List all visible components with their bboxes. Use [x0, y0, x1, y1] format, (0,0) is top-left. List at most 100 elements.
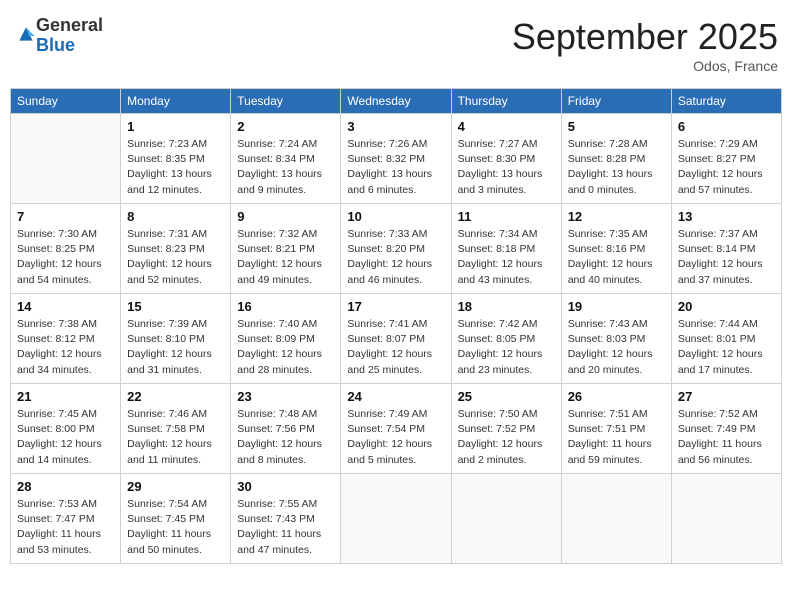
day-info: Sunrise: 7:28 AM Sunset: 8:28 PM Dayligh…: [568, 137, 665, 198]
calendar-cell: 24 Sunrise: 7:49 AM Sunset: 7:54 PM Dayli…: [341, 384, 451, 474]
day-number: 30: [237, 479, 334, 494]
day-number: 23: [237, 389, 334, 404]
calendar-cell: 12 Sunrise: 7:35 AM Sunset: 8:16 PM Dayli…: [561, 204, 671, 294]
calendar-cell: 28Sunrise: 7:53 AM Sunset: 7:47 PM Dayli…: [11, 474, 121, 564]
calendar-cell: 16Sunrise: 7:40 AM Sunset: 8:09 PM Dayli…: [231, 294, 341, 384]
calendar-week-row: 1 Sunrise: 7:23 AM Sunset: 8:35 PM Daylig…: [11, 114, 782, 204]
calendar-cell: [561, 474, 671, 564]
calendar-cell: 10 Sunrise: 7:33 AM Sunset: 8:20 PM Dayli…: [341, 204, 451, 294]
day-info: Sunrise: 7:49 AM Sunset: 7:54 PM Dayligh…: [347, 407, 444, 468]
column-header-wednesday: Wednesday: [341, 89, 451, 114]
day-info: Sunrise: 7:46 AM Sunset: 7:58 PM Dayligh…: [127, 407, 224, 468]
calendar-week-row: 21 Sunrise: 7:45 AM Sunset: 8:00 PM Dayli…: [11, 384, 782, 474]
title-block: September 2025 Odos, France: [512, 16, 778, 74]
day-info: Sunrise: 7:43 AM Sunset: 8:03 PM Dayligh…: [568, 317, 665, 378]
day-info: Sunrise: 7:33 AM Sunset: 8:20 PM Dayligh…: [347, 227, 444, 288]
logo-general-text: General: [36, 16, 103, 36]
column-header-saturday: Saturday: [671, 89, 781, 114]
day-info: Sunrise: 7:34 AM Sunset: 8:18 PM Dayligh…: [458, 227, 555, 288]
calendar-week-row: 28Sunrise: 7:53 AM Sunset: 7:47 PM Dayli…: [11, 474, 782, 564]
calendar-cell: 20 Sunrise: 7:44 AM Sunset: 8:01 PM Dayli…: [671, 294, 781, 384]
calendar-header-row: SundayMondayTuesdayWednesdayThursdayFrid…: [11, 89, 782, 114]
day-info: Sunrise: 7:29 AM Sunset: 8:27 PM Dayligh…: [678, 137, 775, 198]
day-number: 4: [458, 119, 555, 134]
day-number: 20: [678, 299, 775, 314]
day-number: 2: [237, 119, 334, 134]
calendar-cell: 11 Sunrise: 7:34 AM Sunset: 8:18 PM Dayli…: [451, 204, 561, 294]
calendar-cell: 26 Sunrise: 7:51 AM Sunset: 7:51 PM Dayli…: [561, 384, 671, 474]
day-info: Sunrise: 7:52 AM Sunset: 7:49 PM Dayligh…: [678, 407, 775, 468]
day-info: Sunrise: 7:35 AM Sunset: 8:16 PM Dayligh…: [568, 227, 665, 288]
calendar-week-row: 14 Sunrise: 7:38 AM Sunset: 8:12 PM Dayli…: [11, 294, 782, 384]
day-number: 18: [458, 299, 555, 314]
day-number: 28: [17, 479, 114, 494]
day-number: 24: [347, 389, 444, 404]
day-info: Sunrise: 7:24 AM Sunset: 8:34 PM Dayligh…: [237, 137, 334, 198]
day-number: 1: [127, 119, 224, 134]
day-info: Sunrise: 7:30 AM Sunset: 8:25 PM Dayligh…: [17, 227, 114, 288]
calendar-cell: 2 Sunrise: 7:24 AM Sunset: 8:34 PM Daylig…: [231, 114, 341, 204]
day-info: Sunrise: 7:44 AM Sunset: 8:01 PM Dayligh…: [678, 317, 775, 378]
day-number: 26: [568, 389, 665, 404]
calendar-table: SundayMondayTuesdayWednesdayThursdayFrid…: [10, 88, 782, 564]
day-info: Sunrise: 7:48 AM Sunset: 7:56 PM Dayligh…: [237, 407, 334, 468]
logo: General Blue: [14, 16, 103, 56]
day-number: 13: [678, 209, 775, 224]
calendar-cell: 1 Sunrise: 7:23 AM Sunset: 8:35 PM Daylig…: [121, 114, 231, 204]
calendar-cell: 27 Sunrise: 7:52 AM Sunset: 7:49 PM Dayli…: [671, 384, 781, 474]
day-number: 27: [678, 389, 775, 404]
day-number: 7: [17, 209, 114, 224]
day-number: 14: [17, 299, 114, 314]
column-header-monday: Monday: [121, 89, 231, 114]
day-info: Sunrise: 7:38 AM Sunset: 8:12 PM Dayligh…: [17, 317, 114, 378]
calendar-cell: 14 Sunrise: 7:38 AM Sunset: 8:12 PM Dayli…: [11, 294, 121, 384]
day-number: 10: [347, 209, 444, 224]
day-info: Sunrise: 7:42 AM Sunset: 8:05 PM Dayligh…: [458, 317, 555, 378]
day-info: Sunrise: 7:31 AM Sunset: 8:23 PM Dayligh…: [127, 227, 224, 288]
day-info: Sunrise: 7:37 AM Sunset: 8:14 PM Dayligh…: [678, 227, 775, 288]
calendar-cell: 22 Sunrise: 7:46 AM Sunset: 7:58 PM Dayli…: [121, 384, 231, 474]
day-number: 5: [568, 119, 665, 134]
calendar-cell: 17 Sunrise: 7:41 AM Sunset: 8:07 PM Dayli…: [341, 294, 451, 384]
month-title: September 2025: [512, 16, 778, 58]
calendar-cell: 13 Sunrise: 7:37 AM Sunset: 8:14 PM Dayli…: [671, 204, 781, 294]
day-number: 11: [458, 209, 555, 224]
day-info: Sunrise: 7:51 AM Sunset: 7:51 PM Dayligh…: [568, 407, 665, 468]
logo-blue-text: Blue: [36, 36, 103, 56]
calendar-cell: 4Sunrise: 7:27 AM Sunset: 8:30 PM Daylig…: [451, 114, 561, 204]
day-info: Sunrise: 7:32 AM Sunset: 8:21 PM Dayligh…: [237, 227, 334, 288]
day-info: Sunrise: 7:45 AM Sunset: 8:00 PM Dayligh…: [17, 407, 114, 468]
day-number: 6: [678, 119, 775, 134]
day-number: 19: [568, 299, 665, 314]
calendar-cell: 29Sunrise: 7:54 AM Sunset: 7:45 PM Dayli…: [121, 474, 231, 564]
calendar-cell: 25Sunrise: 7:50 AM Sunset: 7:52 PM Dayli…: [451, 384, 561, 474]
calendar-cell: 19 Sunrise: 7:43 AM Sunset: 8:03 PM Dayli…: [561, 294, 671, 384]
day-number: 17: [347, 299, 444, 314]
day-number: 22: [127, 389, 224, 404]
day-number: 3: [347, 119, 444, 134]
day-number: 21: [17, 389, 114, 404]
day-number: 12: [568, 209, 665, 224]
calendar-week-row: 7 Sunrise: 7:30 AM Sunset: 8:25 PM Daylig…: [11, 204, 782, 294]
column-header-sunday: Sunday: [11, 89, 121, 114]
column-header-thursday: Thursday: [451, 89, 561, 114]
page-header: General Blue September 2025 Odos, France: [10, 10, 782, 80]
day-number: 25: [458, 389, 555, 404]
calendar-cell: 30Sunrise: 7:55 AM Sunset: 7:43 PM Dayli…: [231, 474, 341, 564]
calendar-cell: 21 Sunrise: 7:45 AM Sunset: 8:00 PM Dayli…: [11, 384, 121, 474]
calendar-cell: 8Sunrise: 7:31 AM Sunset: 8:23 PM Daylig…: [121, 204, 231, 294]
day-number: 9: [237, 209, 334, 224]
calendar-cell: [341, 474, 451, 564]
calendar-cell: [451, 474, 561, 564]
calendar-cell: 9 Sunrise: 7:32 AM Sunset: 8:21 PM Daylig…: [231, 204, 341, 294]
day-number: 29: [127, 479, 224, 494]
calendar-cell: [671, 474, 781, 564]
calendar-cell: 7 Sunrise: 7:30 AM Sunset: 8:25 PM Daylig…: [11, 204, 121, 294]
day-info: Sunrise: 7:41 AM Sunset: 8:07 PM Dayligh…: [347, 317, 444, 378]
calendar-cell: [11, 114, 121, 204]
day-info: Sunrise: 7:23 AM Sunset: 8:35 PM Dayligh…: [127, 137, 224, 198]
day-info: Sunrise: 7:26 AM Sunset: 8:32 PM Dayligh…: [347, 137, 444, 198]
calendar-cell: 6 Sunrise: 7:29 AM Sunset: 8:27 PM Daylig…: [671, 114, 781, 204]
day-info: Sunrise: 7:39 AM Sunset: 8:10 PM Dayligh…: [127, 317, 224, 378]
day-number: 15: [127, 299, 224, 314]
